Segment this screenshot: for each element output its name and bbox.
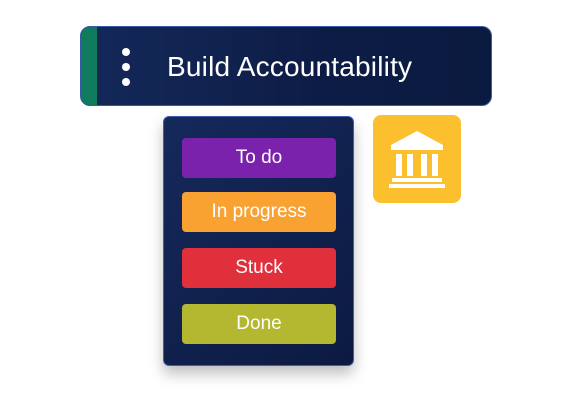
kebab-dot: [122, 63, 130, 71]
item-header[interactable]: Build Accountability: [80, 26, 492, 106]
status-option-stuck[interactable]: Stuck: [182, 248, 336, 288]
bank-icon-tile[interactable]: [373, 115, 461, 203]
item-title: Build Accountability: [167, 51, 413, 82]
kebab-dot: [122, 48, 130, 56]
bank-icon: [389, 131, 445, 188]
header-accent-bar: [81, 27, 97, 105]
status-option-to-do[interactable]: To do: [182, 138, 336, 178]
status-dropdown: To do In progress Stuck Done: [163, 116, 354, 366]
canvas: Build Accountability To do In progress S…: [0, 0, 572, 398]
status-option-in-progress[interactable]: In progress: [182, 192, 336, 232]
kebab-dot: [122, 78, 130, 86]
status-option-done[interactable]: Done: [182, 304, 336, 344]
kebab-menu-icon[interactable]: [119, 47, 133, 87]
